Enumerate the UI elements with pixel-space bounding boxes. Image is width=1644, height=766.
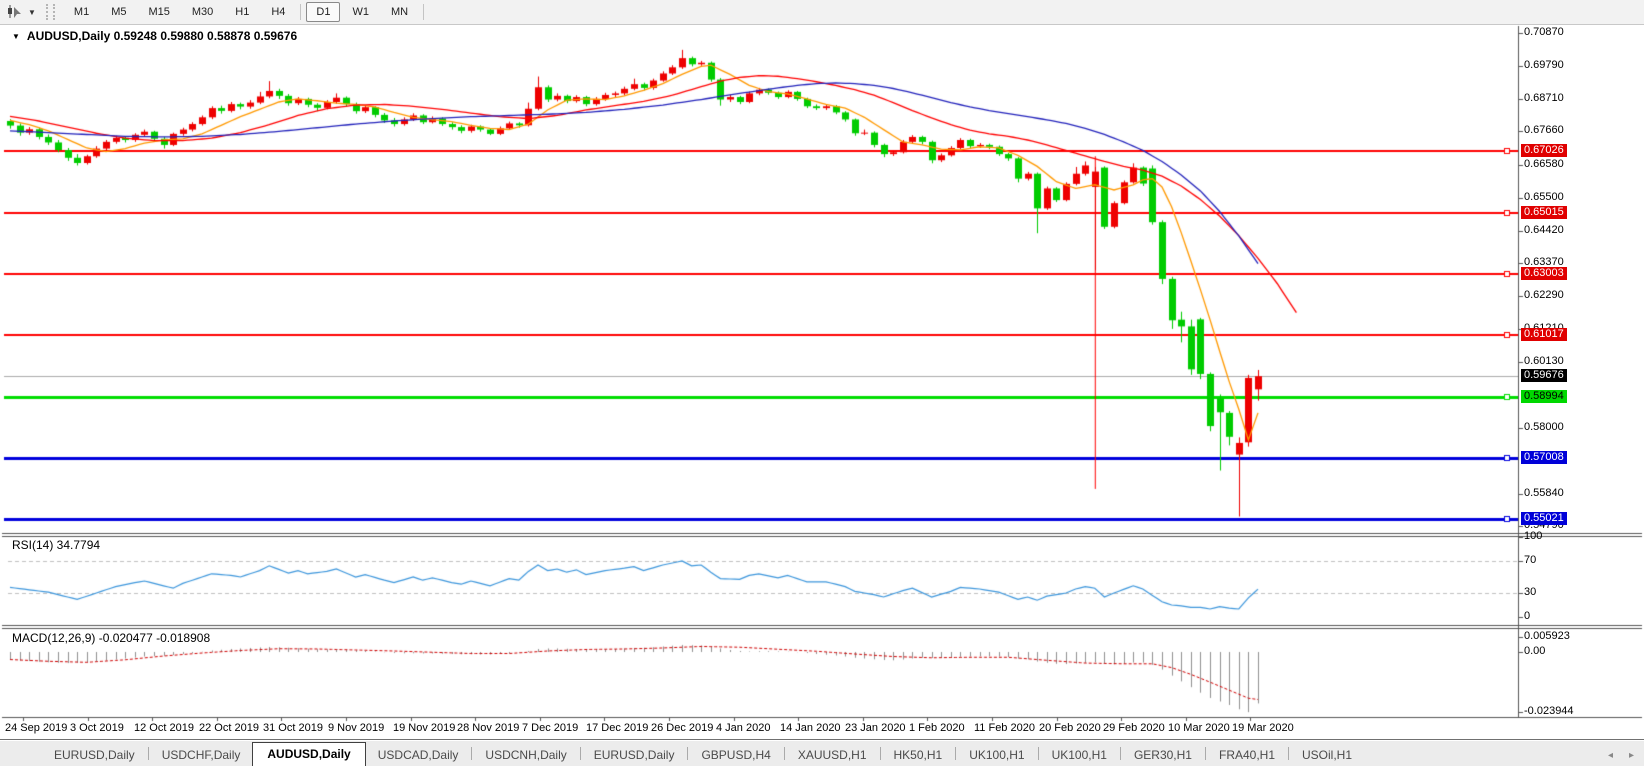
chart-title: ▼ AUDUSD,Daily 0.59248 0.59880 0.58878 0… (12, 29, 297, 43)
tab-eurusd-daily[interactable]: EURUSD,Daily (582, 744, 687, 766)
timeframe-button-m30[interactable]: M30 (182, 2, 223, 22)
timeframe-button-w1[interactable]: W1 (342, 2, 379, 22)
tab-usdcnh-daily[interactable]: USDCNH,Daily (473, 744, 578, 766)
tab-separator (580, 747, 581, 760)
tab-scroll-right-icon[interactable]: ▸ (1629, 750, 1634, 761)
tab-usdchf-daily[interactable]: USDCHF,Daily (150, 744, 253, 766)
collapse-caret-icon[interactable]: ▼ (12, 32, 20, 41)
tab-separator (687, 747, 688, 760)
tab-separator (955, 747, 956, 760)
tab-fra40-h1[interactable]: FRA40,H1 (1207, 744, 1287, 766)
tab-uk100-h1[interactable]: UK100,H1 (1040, 744, 1119, 766)
chart-canvas[interactable] (0, 0, 1644, 766)
application-window: ▼ M1M5M15M30H1H4 D1W1MN ▼ AUDUSD,Daily 0.… (0, 0, 1644, 766)
tab-separator (784, 747, 785, 760)
timeframe-button-h1[interactable]: H1 (225, 2, 259, 22)
timeframe-button-m15[interactable]: M15 (138, 2, 179, 22)
timeframe-buttons: M1M5M15M30H1H4 D1W1MN (63, 2, 428, 22)
toolbar-separator (300, 4, 301, 20)
tab-usdcad-daily[interactable]: USDCAD,Daily (366, 744, 471, 766)
tab-scroll-controls: ◂ ▸ (1608, 750, 1634, 761)
toolbar-separator (423, 4, 424, 20)
timeframe-button-mn[interactable]: MN (381, 2, 418, 22)
tab-eurusd-daily[interactable]: EURUSD,Daily (42, 744, 147, 766)
rsi-pane-title: RSI(14) 34.7794 (12, 538, 100, 552)
chart-title-text: AUDUSD,Daily 0.59248 0.59880 0.58878 0.5… (27, 29, 297, 43)
tab-uk100-h1[interactable]: UK100,H1 (957, 744, 1036, 766)
timeframe-button-m5[interactable]: M5 (101, 2, 136, 22)
tab-gbpusd-h4[interactable]: GBPUSD,H4 (689, 744, 782, 766)
tab-audusd-daily[interactable]: AUDUSD,Daily (252, 742, 365, 766)
chart-tool-caret-icon[interactable]: ▼ (24, 8, 40, 17)
tab-ger30-h1[interactable]: GER30,H1 (1122, 744, 1204, 766)
tab-separator (1288, 747, 1289, 760)
toolbar-grip (46, 4, 55, 20)
tab-separator (880, 747, 881, 760)
macd-pane-title: MACD(12,26,9) -0.020477 -0.018908 (12, 631, 210, 645)
timeframe-button-m1[interactable]: M1 (64, 2, 99, 22)
tab-separator (148, 747, 149, 760)
tab-usoil-h1[interactable]: USOil,H1 (1290, 744, 1364, 766)
symbol-tabbar: EURUSD,DailyUSDCHF,DailyAUDUSD,DailyUSDC… (0, 739, 1644, 766)
tab-separator (1038, 747, 1039, 760)
timeframe-button-h4[interactable]: H4 (261, 2, 295, 22)
tab-separator (1120, 747, 1121, 760)
symbol-tabs: EURUSD,DailyUSDCHF,DailyAUDUSD,DailyUSDC… (42, 740, 1364, 766)
tab-hk50-h1[interactable]: HK50,H1 (882, 744, 955, 766)
tab-separator (471, 747, 472, 760)
timeframe-toolbar: ▼ M1M5M15M30H1H4 D1W1MN (0, 0, 1644, 25)
tab-separator (1205, 747, 1206, 760)
candlestick-tool-glyph (6, 5, 22, 19)
timeframe-button-d1[interactable]: D1 (306, 2, 340, 22)
chart-tool-icon[interactable] (4, 3, 24, 21)
tab-xauusd-h1[interactable]: XAUUSD,H1 (786, 744, 879, 766)
tab-scroll-left-icon[interactable]: ◂ (1608, 750, 1613, 761)
